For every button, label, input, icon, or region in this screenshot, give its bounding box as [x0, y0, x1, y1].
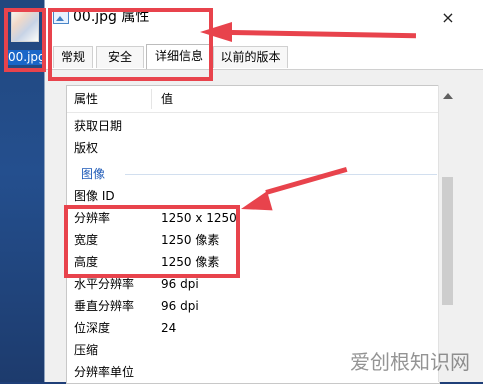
property-name: 版权	[74, 141, 99, 155]
scroll-thumb[interactable]	[442, 177, 453, 305]
section-divider	[125, 174, 437, 175]
property-name: 分辨率单位	[74, 365, 135, 379]
column-divider	[151, 89, 152, 109]
annotation-box-resolution-rows	[64, 205, 240, 278]
table-row[interactable]: 获取日期	[67, 115, 439, 137]
scroll-up-arrow-icon[interactable]	[443, 93, 453, 99]
property-value: 24	[161, 321, 177, 335]
annotation-arrow-head-top	[200, 22, 232, 42]
tab-previous-versions[interactable]: 以前的版本	[213, 46, 288, 68]
property-name: 获取日期	[74, 119, 123, 133]
annotation-box-desktop-icon	[4, 8, 46, 72]
watermark: 爱创根知识网	[350, 350, 470, 374]
column-header-value[interactable]: 值	[161, 86, 173, 112]
table-row[interactable]: 位深度 24	[67, 317, 439, 339]
property-name: 压缩	[74, 343, 99, 357]
close-button[interactable]: ×	[439, 10, 457, 26]
property-name: 垂直分辨率	[74, 299, 135, 313]
property-name: 位深度	[74, 321, 111, 335]
annotation-box-title-tab	[48, 8, 213, 81]
column-header-property[interactable]: 属性	[74, 86, 98, 112]
table-row[interactable]: 版权	[67, 137, 439, 159]
vertical-scrollbar[interactable]	[438, 85, 456, 382]
property-value: 96 dpi	[161, 299, 199, 313]
section-title: 图像	[81, 167, 106, 181]
property-name: 图像 ID	[74, 189, 115, 203]
table-row[interactable]: 垂直分辨率 96 dpi	[67, 295, 439, 317]
list-header: 属性 值	[67, 86, 439, 113]
section-header-image: 图像	[67, 163, 439, 185]
